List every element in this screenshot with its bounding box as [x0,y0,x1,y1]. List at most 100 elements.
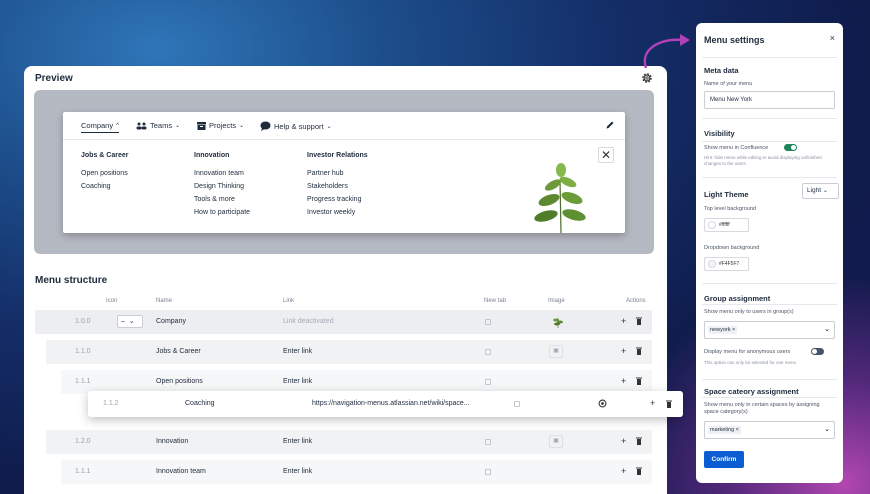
table-row[interactable]: 1.1.0 Jobs & Career Enter link ▣ + [46,340,652,364]
row-link[interactable]: Enter link [283,468,312,475]
icon-select[interactable]: – ⌄ [117,315,143,328]
chevron-down-icon: ⌄ [326,123,332,130]
space-tag[interactable]: marketing × [708,426,741,434]
anon-toggle[interactable] [811,348,824,355]
row-index: 1.0.0 [75,318,91,325]
nav-label: Company [81,121,114,130]
trash-icon[interactable] [636,377,642,385]
close-icon[interactable]: × [830,33,835,43]
menu-link[interactable]: Design Thinking [194,180,250,193]
add-icon[interactable]: + [621,316,626,326]
menu-link[interactable]: Progress tracking [307,193,368,206]
row-name[interactable]: Open positions [156,378,203,385]
trash-icon[interactable] [636,437,642,445]
theme-select[interactable]: Light ⌄ [802,183,839,199]
space-select[interactable]: marketing × ⌄ [704,421,835,439]
dragged-table-row[interactable]: 1.1.2 Coaching https://navigation-menus.… [88,391,683,417]
new-tab-checkbox[interactable] [514,401,520,407]
menu-link[interactable]: Tools & more [194,193,250,206]
plant-thumbnail[interactable] [553,315,563,328]
new-tab-checkbox[interactable] [485,439,491,445]
menu-link[interactable]: Open positions [81,167,128,180]
chevron-up-icon: ^ [116,122,119,129]
group-label: Show menu only to users in group(s) [704,309,794,315]
theme-heading: Light Theme [704,190,749,199]
column-heading: Investor Relations [307,152,368,159]
add-icon[interactable]: + [621,346,626,356]
nav-projects[interactable]: Projects ⌄ [197,121,244,130]
show-confluence-label: Show menu in Confluence [704,145,769,151]
row-link[interactable]: https://navigation-menus.atlassian.net/w… [312,400,470,407]
nav-label: Teams [150,121,173,130]
row-link: Link deactivated [283,318,334,325]
row-link[interactable]: Enter link [283,348,312,355]
image-placeholder-icon[interactable]: ▣ [549,345,563,358]
group-tag[interactable]: newyork × [708,326,738,334]
add-icon[interactable]: + [650,398,655,408]
menu-preview-card: Company ^ Teams ⌄ Projects ⌄ Help & support… [63,112,625,233]
tag-label: newyork [710,327,731,333]
dropdown-bg-color[interactable]: #F4F5F7 [704,257,749,271]
color-value: #F4F5F7 [719,261,740,267]
name-label: Name of your menu [704,81,753,87]
table-row[interactable]: 1.0.0 – ⌄ Company Link deactivated + [35,310,652,334]
close-icon[interactable]: ✕ [598,147,614,163]
new-tab-checkbox[interactable] [485,349,491,355]
menu-link[interactable]: How to participate [194,206,250,219]
top-bg-color[interactable]: #ffffff [704,218,749,232]
menu-link[interactable]: Stakeholders [307,180,368,193]
show-confluence-toggle[interactable] [784,144,797,151]
menu-link[interactable]: Innovation team [194,167,250,180]
row-name[interactable]: Innovation [156,438,188,445]
chevron-down-icon: ⌄ [824,326,830,333]
color-dot [708,221,716,229]
confirm-button[interactable]: Confirm [704,451,744,468]
row-name[interactable]: Innovation team [156,468,206,475]
menu-link[interactable]: Partner hub [307,167,368,180]
preview-nav-bar: Company ^ Teams ⌄ Projects ⌄ Help & support… [63,112,625,140]
nav-company[interactable]: Company ^ [81,121,119,133]
visibility-help: Hint: hide menu while editing to avoid d… [704,155,822,166]
trash-icon[interactable] [636,347,642,355]
menu-link[interactable]: Coaching [81,180,128,193]
add-icon[interactable]: + [621,466,626,476]
menu-link[interactable]: Investor weekly [307,206,368,219]
menu-column-innovation: Innovation Innovation team Design Thinki… [194,152,250,219]
preview-area: Company ^ Teams ⌄ Projects ⌄ Help & support… [34,90,654,254]
divider [702,283,837,284]
menu-name-input[interactable]: Menu New York [704,91,835,109]
chevron-down-icon: ⌄ [822,188,828,194]
row-link[interactable]: Enter link [283,378,312,385]
gear-icon[interactable] [640,71,654,85]
row-name[interactable]: Company [156,318,186,325]
trash-icon[interactable] [636,317,642,325]
image-placeholder-icon[interactable]: ▣ [549,435,563,448]
header-actions: Actions [626,298,646,304]
row-index: 1.1.2 [103,400,119,407]
nav-teams[interactable]: Teams ⌄ [136,121,180,130]
row-link[interactable]: Enter link [283,438,312,445]
row-name[interactable]: Jobs & Career [156,348,201,355]
color-dot [708,260,716,268]
image-icon[interactable] [598,399,607,408]
row-index: 1.1.0 [75,348,91,355]
trash-icon[interactable] [636,467,642,475]
add-icon[interactable]: + [621,376,626,386]
new-tab-checkbox[interactable] [485,469,491,475]
trash-icon[interactable] [666,400,672,408]
header-icon: Icon [106,298,118,304]
tag-label: marketing [710,427,735,433]
group-select[interactable]: newyork × ⌄ [704,321,835,339]
color-value: #ffffff [719,222,730,228]
column-heading: Innovation [194,152,230,159]
new-tab-checkbox[interactable] [485,379,491,385]
menu-column-jobs: Jobs & Career Open positions Coaching [81,152,128,193]
nav-help[interactable]: Help & support ⌄ [260,121,332,131]
add-icon[interactable]: + [621,436,626,446]
table-row[interactable]: 1.1.1 Innovation team Enter link + [61,460,652,484]
new-tab-checkbox[interactable] [485,319,491,325]
pencil-icon[interactable] [605,120,615,130]
header-new-tab: New tab [484,298,507,304]
row-name[interactable]: Coaching [185,400,215,407]
table-row[interactable]: 1.2.0 Innovation Enter link ▣ + [46,430,652,454]
